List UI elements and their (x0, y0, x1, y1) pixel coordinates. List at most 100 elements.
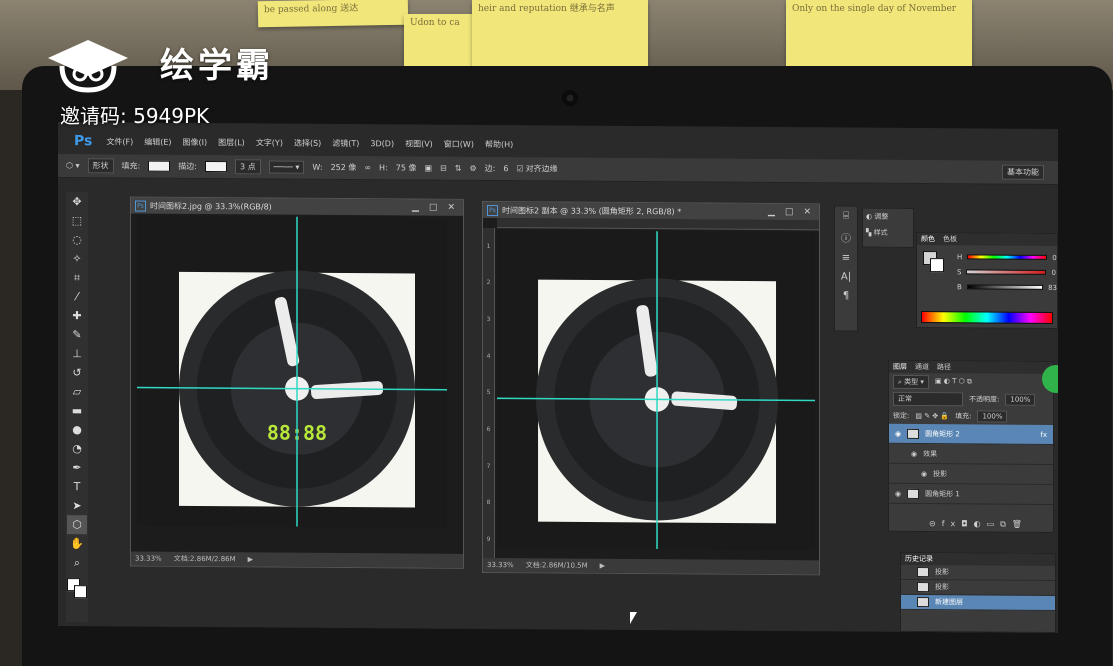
filter-icons[interactable]: ▣ ◐ T ⬡ ⧉ (935, 377, 972, 386)
s-value[interactable]: 0 (1051, 268, 1055, 276)
adjustments-item[interactable]: ◐ 调整 (866, 212, 910, 222)
doc1-canvas[interactable]: 88:88 (137, 215, 447, 528)
delete-layer-icon[interactable]: 🗑 (1012, 520, 1028, 529)
stroke-swatch[interactable] (204, 161, 227, 173)
mode-select[interactable]: 形状 (87, 158, 114, 174)
b-slider[interactable] (966, 284, 1044, 290)
history-item[interactable]: 投影 (901, 564, 1055, 581)
lasso-tool-icon[interactable]: ◌ (72, 230, 82, 249)
menu-select[interactable]: 选择(S) (294, 137, 321, 148)
color-spectrum-bar[interactable] (921, 311, 1053, 324)
background-color[interactable] (930, 258, 944, 273)
doc1-zoom[interactable]: 33.33% (135, 555, 162, 563)
eye-icon[interactable]: ◉ (895, 429, 901, 437)
move-tool-icon[interactable]: ✥ (72, 192, 81, 211)
doc2-zoom[interactable]: 33.33% (487, 561, 514, 569)
maximize-icon[interactable]: □ (429, 203, 438, 213)
menu-type[interactable]: 文字(Y) (256, 137, 283, 148)
workspace-select[interactable]: 基本功能 (1002, 164, 1044, 180)
dodge-tool-icon[interactable]: ◔ (72, 439, 82, 458)
path-ops-icon[interactable]: ▣ (425, 164, 433, 173)
horizontal-ruler[interactable] (497, 218, 819, 231)
doc1-titlebar[interactable]: Ps 时间图标2.jpg @ 33.3%(RGB/8) ▁ □ ✕ (131, 197, 463, 216)
layer-row[interactable]: ◉ 圆角矩形 1 (889, 483, 1053, 505)
history-item[interactable]: 新建图层 (901, 594, 1055, 611)
menu-edit[interactable]: 编辑(E) (144, 136, 171, 147)
h-slider[interactable] (967, 254, 1048, 260)
stamp-tool-icon[interactable]: ⊥ (72, 344, 82, 363)
eraser-tool-icon[interactable]: ▱ (73, 382, 81, 401)
sides-value[interactable]: 6 (503, 164, 508, 173)
minimize-icon[interactable]: ▁ (412, 202, 419, 212)
history-item[interactable]: 投影 (901, 579, 1055, 596)
brush-tool-icon[interactable]: ✎ (72, 325, 81, 344)
b-value[interactable]: 83 (1048, 283, 1057, 291)
fx-icon[interactable]: fx (1040, 430, 1047, 438)
polygon-tool-icon[interactable]: ⬡ ▾ (66, 161, 80, 170)
color-swatches[interactable] (67, 578, 87, 599)
opacity-field[interactable]: 100% (1005, 393, 1036, 406)
link-icon[interactable]: ∞ (364, 163, 371, 172)
blur-tool-icon[interactable]: ● (72, 420, 82, 439)
history-icon[interactable]: ⌸ (843, 210, 849, 221)
layer-effects-row[interactable]: ◉ 效果 (889, 443, 1053, 465)
layer-effect-item[interactable]: ◉ 投影 (889, 463, 1053, 485)
menu-filter[interactable]: 滤镜(T) (332, 137, 359, 148)
w-value[interactable]: 252 像 (331, 162, 357, 173)
magic-wand-tool-icon[interactable]: ✧ (72, 249, 81, 268)
zoom-tool-icon[interactable]: ⌕ (74, 553, 80, 572)
menu-image[interactable]: 图像(I) (183, 136, 208, 147)
close-icon[interactable]: ✕ (447, 203, 455, 213)
add-style-icon[interactable]: fx (942, 519, 962, 528)
h-value[interactable]: 0 (1052, 253, 1056, 261)
status-arrow-icon[interactable]: ▶ (600, 562, 605, 570)
shape-tool-icon[interactable]: ⬡ (67, 515, 87, 535)
close-icon[interactable]: ✕ (803, 207, 811, 217)
hand-tool-icon[interactable]: ✋ (70, 534, 84, 553)
menu-view[interactable]: 视图(V) (405, 138, 433, 149)
layer-row[interactable]: ◉ 圆角矩形 2 fx (889, 423, 1053, 445)
info-icon[interactable]: ⓘ (841, 229, 851, 244)
adjustment-layer-icon[interactable]: ◐ (974, 519, 987, 528)
add-mask-icon[interactable]: ◘ (961, 519, 973, 528)
menu-file[interactable]: 文件(F) (106, 136, 133, 147)
blend-mode-select[interactable]: 正常 (893, 391, 963, 406)
path-align-icon[interactable]: ⊟ (440, 164, 447, 173)
marquee-tool-icon[interactable]: ⬚ (72, 211, 82, 230)
h-value[interactable]: 75 像 (396, 162, 417, 173)
link-layers-icon[interactable]: ⊝ (929, 519, 942, 528)
gradient-tool-icon[interactable]: ▬ (72, 401, 82, 420)
path-selection-tool-icon[interactable]: ➤ (72, 496, 81, 515)
new-layer-icon[interactable]: ⧉ (1000, 520, 1012, 529)
eye-icon[interactable]: ◉ (895, 489, 901, 497)
type-tool-icon[interactable]: T (74, 477, 81, 496)
stroke-type-select[interactable]: ──── ▾ (268, 160, 305, 174)
status-arrow-icon[interactable]: ▶ (248, 555, 253, 563)
styles-item[interactable]: ▚ 样式 (866, 228, 910, 238)
align-edges-checkbox[interactable]: ☑ (516, 164, 523, 173)
gear-icon[interactable]: ⚙ (469, 164, 476, 173)
eyedropper-tool-icon[interactable]: ⁄ (76, 287, 78, 306)
lock-icons[interactable]: ▨ ✎ ✥ 🔒 (915, 411, 949, 419)
s-slider[interactable] (966, 269, 1047, 275)
pen-tool-icon[interactable]: ✒ (72, 458, 81, 477)
paragraph-icon[interactable]: ¶ (843, 290, 849, 301)
history-brush-tool-icon[interactable]: ↺ (72, 363, 81, 382)
menu-3d[interactable]: 3D(D) (370, 139, 394, 148)
eye-icon[interactable]: ◉ (911, 449, 917, 457)
path-arrange-icon[interactable]: ⇅ (455, 164, 462, 173)
fill-field[interactable]: 100% (977, 409, 1008, 423)
menu-help[interactable]: 帮助(H) (485, 138, 513, 149)
menu-layer[interactable]: 图层(L) (218, 137, 245, 148)
fill-swatch[interactable] (148, 160, 171, 172)
crop-tool-icon[interactable]: ⌗ (74, 268, 80, 287)
layer-kind-filter[interactable]: ⌕ 类型 ▾ (893, 374, 929, 389)
tab-swatches[interactable]: 色板 (943, 234, 957, 244)
brush-presets-icon[interactable]: ≡ (842, 252, 850, 263)
character-icon[interactable]: A| (841, 271, 851, 282)
tab-color[interactable]: 颜色 (921, 234, 935, 244)
doc2-canvas[interactable] (497, 230, 815, 551)
tab-paths[interactable]: 路径 (937, 362, 951, 372)
stroke-width-select[interactable]: 3 点 (234, 159, 261, 175)
healing-tool-icon[interactable]: ✚ (72, 306, 81, 325)
